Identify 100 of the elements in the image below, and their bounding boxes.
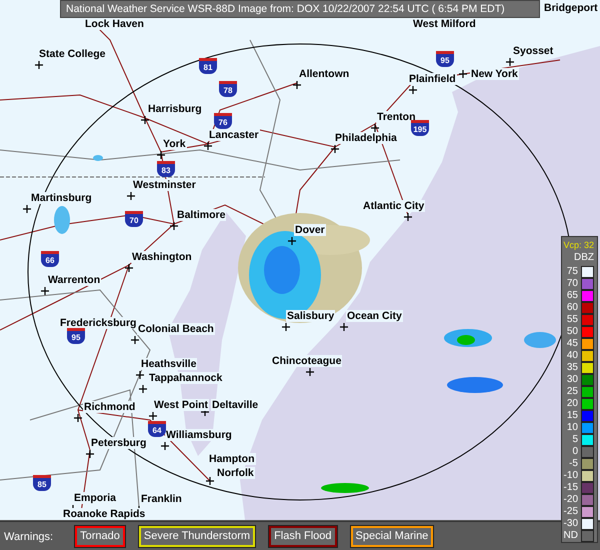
city-marker-icon <box>203 141 213 151</box>
city-label: Fredericksburg <box>59 317 138 329</box>
interstate-shield: 95 <box>436 51 454 67</box>
level-label: -10 <box>564 470 578 482</box>
city-label: State College <box>38 48 107 60</box>
city-marker-icon <box>169 221 179 231</box>
city-label: Salisbury <box>286 310 336 322</box>
city-label: Richmond <box>83 401 136 413</box>
level-label: 30 <box>566 374 578 386</box>
interstate-shield: 66 <box>41 251 59 267</box>
city-label: Dover <box>294 224 326 236</box>
city-label: Ocean City <box>346 310 403 322</box>
city-label: Heathsville <box>140 358 198 370</box>
city-marker-icon <box>160 441 170 451</box>
city-label: Emporia <box>73 492 118 504</box>
level-label: 45 <box>566 338 578 350</box>
city-label: Williamsburg <box>165 429 233 441</box>
level-label: 15 <box>566 410 578 422</box>
vcp-label: Vcp: 32 <box>563 239 594 251</box>
city-marker-icon <box>408 85 418 95</box>
city-marker-icon <box>140 115 150 125</box>
city-label: Martinsburg <box>30 192 93 204</box>
city-marker-icon <box>292 80 302 90</box>
city-marker-icon <box>330 144 340 154</box>
interstate-shield: 195 <box>411 120 429 136</box>
city-marker-icon <box>126 191 136 201</box>
city-label: Westminster <box>132 179 197 191</box>
level-label: 65 <box>566 290 578 302</box>
city-marker-icon <box>339 322 349 332</box>
city-label: Roanoke Rapids <box>62 508 146 520</box>
interstate-shield: 83 <box>157 161 175 177</box>
city-label: Trenton <box>376 111 416 123</box>
city-label: Petersburg <box>90 437 148 449</box>
city-label: Chincoteague <box>271 355 342 367</box>
level-label: 35 <box>566 362 578 374</box>
warning-type-button[interactable]: Flash Flood <box>269 526 337 547</box>
level-label: -5 <box>569 458 578 470</box>
level-label: 50 <box>566 326 578 338</box>
city-marker-icon <box>305 367 315 377</box>
city-label: New York <box>470 68 519 80</box>
interstate-shield: 76 <box>214 113 232 129</box>
city-marker-icon <box>135 370 145 380</box>
city-marker-icon <box>34 60 44 70</box>
city-marker-icon <box>505 57 515 67</box>
city-label: York <box>162 138 187 150</box>
city-marker-icon <box>73 413 83 423</box>
city-label: Franklin <box>140 493 183 505</box>
warning-type-button[interactable]: Special Marine <box>350 526 434 547</box>
city-marker-icon <box>40 286 50 296</box>
city-label: Lancaster <box>208 129 260 141</box>
level-label: 10 <box>566 422 578 434</box>
city-marker-icon <box>205 476 215 486</box>
level-label: -25 <box>564 506 578 518</box>
city-label: Bridgeport <box>543 2 599 14</box>
interstate-shield: 64 <box>148 421 166 437</box>
level-label: 20 <box>566 398 578 410</box>
header-title: National Weather Service WSR-88D Image from: DOX 10/22/2007 22:54 UTC ( 6:54 PM EDT) <box>65 3 505 15</box>
level-label: 5 <box>572 434 578 446</box>
city-label: Warrenton <box>47 274 102 286</box>
level-label: 60 <box>566 302 578 314</box>
city-label: Washington <box>131 251 193 263</box>
level-label: 70 <box>566 278 578 290</box>
city-marker-icon <box>124 263 134 273</box>
city-label: Syosset <box>512 45 554 57</box>
city-label: Allentown <box>298 68 350 80</box>
level-label: 25 <box>566 386 578 398</box>
interstate-shield: 85 <box>33 475 51 491</box>
city-label: Hampton <box>208 453 256 465</box>
warnings-label: Warnings: <box>4 530 54 542</box>
city-label: Philadelphia <box>334 132 398 144</box>
city-marker-icon <box>281 322 291 332</box>
city-marker-icon <box>85 449 95 459</box>
interstate-shield: 78 <box>219 81 237 97</box>
unit-label: DBZ <box>574 251 594 264</box>
level-label: -15 <box>564 482 578 494</box>
level-label: 0 <box>572 446 578 458</box>
city-label: Tappahannock <box>148 372 224 384</box>
city-marker-icon <box>130 335 140 345</box>
interstate-shield: 70 <box>125 211 143 227</box>
city-label: West Milford <box>412 18 477 30</box>
city-label: Norfolk <box>216 467 255 479</box>
city-marker-icon <box>370 123 380 133</box>
city-marker-icon <box>138 384 148 394</box>
level-label: 75 <box>566 266 578 278</box>
city-label: Plainfield <box>408 73 457 85</box>
level-label: -30 <box>564 518 578 530</box>
city-marker-icon <box>148 411 158 421</box>
interstate-shield: 81 <box>199 58 217 74</box>
city-label: Colonial Beach <box>137 323 215 335</box>
city-marker-icon <box>156 150 166 160</box>
warning-type-button[interactable]: Tornado <box>75 526 125 547</box>
city-marker-icon <box>458 69 468 79</box>
city-marker-icon <box>403 212 413 222</box>
city-label: West Point <box>153 399 210 411</box>
interstate-shield: 95 <box>67 328 85 344</box>
level-label: -20 <box>564 494 578 506</box>
city-label: Lock Haven <box>84 18 145 30</box>
warning-type-button[interactable]: Severe Thunderstorm <box>138 526 256 547</box>
city-label: Harrisburg <box>147 103 203 115</box>
city-label: Atlantic City <box>362 200 426 212</box>
